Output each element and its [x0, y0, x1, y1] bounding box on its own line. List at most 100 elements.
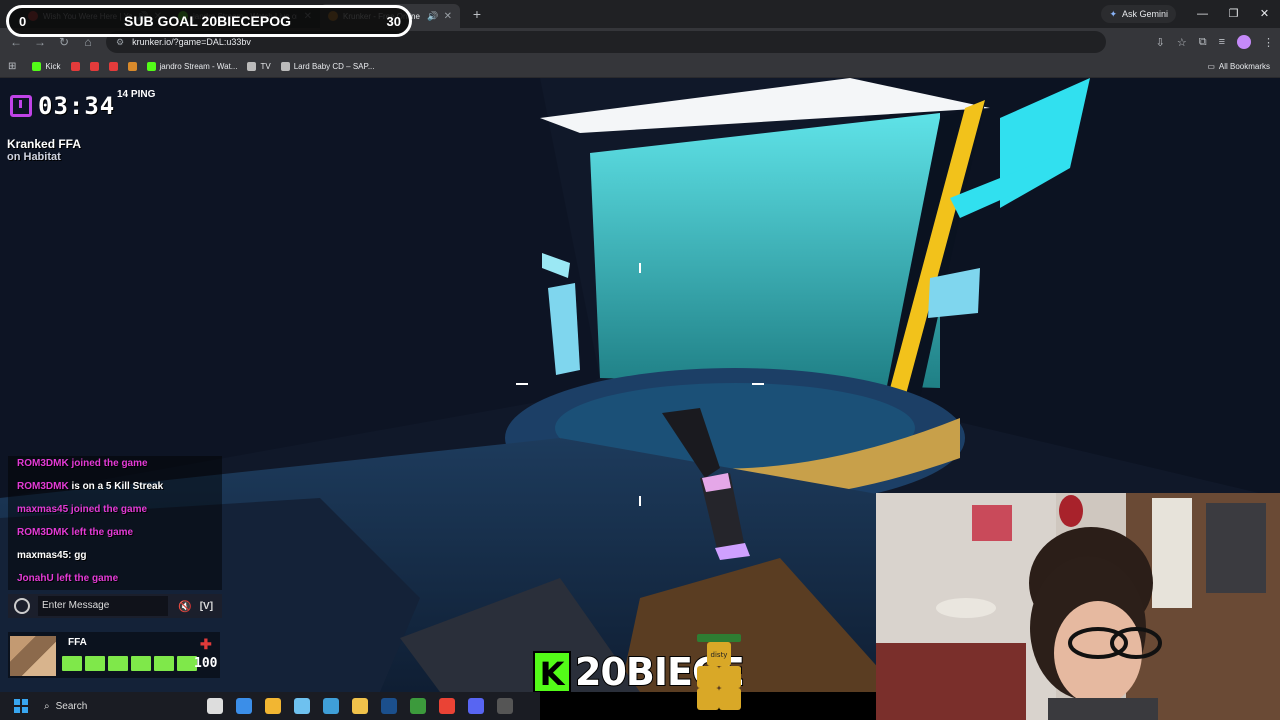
chat-text: is on a 5 Kill Streak	[68, 481, 164, 492]
health-cross-icon: ✚	[200, 636, 212, 652]
bookmark-favicon-icon	[127, 62, 137, 71]
chat-message: ROM3DMK joined the game	[17, 458, 148, 469]
taskbar-apps	[194, 698, 513, 714]
all-bookmarks-label: All Bookmarks	[1218, 62, 1270, 71]
mute-icon[interactable]: 🔇	[178, 600, 192, 613]
globe-icon[interactable]	[14, 598, 30, 614]
chat-message: JonahU left the game	[17, 573, 119, 584]
mute-key-label: [V]	[199, 600, 214, 612]
bookmark-item[interactable]	[108, 62, 118, 71]
bookmark-item[interactable]	[70, 62, 80, 71]
install-app-icon[interactable]: ⇩	[1156, 36, 1165, 49]
sub-goal-current: 0	[19, 13, 27, 29]
bookmark-item[interactable]: TV	[247, 62, 271, 71]
url-text: krunker.io/?game=DAL:u33bv	[132, 37, 251, 47]
chat-message: maxmas45: gg	[17, 550, 87, 561]
media-controls-icon[interactable]: ≡	[1219, 36, 1225, 48]
tab-audio-icon[interactable]: 🔊	[427, 11, 438, 22]
forward-icon[interactable]: →	[28, 35, 52, 49]
taskbar-search[interactable]: ⌕ Search	[44, 695, 194, 717]
minimize-button[interactable]: —	[1187, 0, 1218, 28]
webcam-scene	[876, 493, 1280, 720]
chat-log: ROM3DMK joined the game ROM3DMK is on a 5…	[8, 456, 222, 590]
health-bar	[62, 656, 197, 671]
bookmarks-bar: ⊞ Kick jandro Stream - Wat... TV Lard Baby …	[0, 56, 1280, 78]
minecraft-icon[interactable]	[410, 698, 426, 714]
bookmark-item[interactable]: jandro Stream - Wat...	[146, 62, 237, 71]
bookmark-label: Lard Baby CD – SAP...	[293, 62, 375, 71]
site-info-icon[interactable]: ⚙	[116, 37, 124, 48]
gemini-icon: ✦	[1109, 8, 1117, 19]
bookmark-favicon-icon	[108, 62, 118, 71]
kick-logo-icon: K	[533, 651, 571, 693]
player-avatar	[10, 636, 56, 676]
calculator-icon[interactable]	[323, 698, 339, 714]
search-icon: ⌕	[44, 700, 50, 712]
chat-message-input[interactable]: Enter Message	[38, 596, 168, 616]
windows-taskbar: ⌕ Search	[0, 692, 540, 720]
player-status-panel: FFA ✚ 100	[8, 632, 220, 678]
chat-message: ROM3DMK is on a 5 Kill Streak	[17, 481, 163, 492]
extensions-icon[interactable]: ⧉	[1199, 36, 1207, 49]
map-name-label: on Habitat	[7, 151, 61, 163]
store-icon[interactable]	[294, 698, 310, 714]
home-icon[interactable]: ⌂	[76, 35, 100, 49]
back-icon[interactable]: ←	[4, 35, 28, 49]
timer-icon	[10, 95, 32, 117]
taskbar-search-label: Search	[55, 700, 88, 712]
bookmark-star-icon[interactable]: ☆	[1177, 36, 1187, 49]
bookmark-favicon-icon	[247, 62, 257, 71]
sub-goal-target: 30	[386, 13, 401, 29]
bookmark-list: Kick jandro Stream - Wat... TV Lard Baby CD…	[22, 62, 375, 71]
glass-tank	[590, 113, 940, 388]
bookmark-item[interactable]: Kick	[32, 62, 61, 71]
bookmark-item[interactable]	[127, 62, 137, 71]
restore-button[interactable]: ❐	[1218, 0, 1249, 28]
sub-goal-overlay: 0 SUB GOAL 20BIECEPOG 30	[6, 5, 412, 37]
chat-username: ROM3DMK	[17, 481, 69, 492]
health-segment	[108, 656, 128, 671]
chat-message: maxmas45 joined the game	[17, 504, 148, 515]
chat-message: ROM3DMK left the game	[17, 527, 134, 538]
profile-avatar[interactable]	[1237, 35, 1251, 49]
apps-grid-icon[interactable]: ⊞	[8, 61, 16, 72]
close-window-button[interactable]: ✕	[1249, 0, 1280, 28]
obs-icon[interactable]	[497, 698, 513, 714]
new-tab-button[interactable]: +	[466, 6, 488, 22]
bookmark-label: TV	[260, 62, 271, 71]
bookmark-favicon-icon	[70, 62, 80, 71]
discord-icon[interactable]	[468, 698, 484, 714]
ask-gemini-label: Ask Gemini	[1121, 9, 1168, 19]
ping-indicator: 14 PING	[117, 89, 156, 100]
ask-gemini-button[interactable]: ✦ Ask Gemini	[1101, 5, 1176, 23]
health-segment	[85, 656, 105, 671]
chrome-icon[interactable]	[439, 698, 455, 714]
webcam-feed	[876, 493, 1280, 720]
chat-input-bar: Enter Message 🔇 [V]	[8, 594, 222, 618]
toolbar-actions: ⇩ ☆ ⧉ ≡ ⋮	[1156, 28, 1274, 56]
windows-start-icon[interactable]	[14, 699, 28, 713]
reload-icon[interactable]: ↻	[52, 35, 76, 49]
edge-icon[interactable]	[265, 698, 281, 714]
steam-icon[interactable]	[381, 698, 397, 714]
bookmark-label: Kick	[45, 62, 61, 71]
menu-icon[interactable]: ⋮	[1263, 36, 1274, 49]
widgets-icon[interactable]	[236, 698, 252, 714]
sub-goal-title: SUB GOAL 20BIECEPOG	[124, 13, 292, 29]
health-segment	[131, 656, 151, 671]
sponsor-cans-icon: disty	[697, 634, 741, 710]
window-controls: — ❐ ✕	[1187, 0, 1280, 28]
file-explorer-icon[interactable]	[352, 698, 368, 714]
bookmark-item[interactable]: Lard Baby CD – SAP...	[280, 62, 375, 71]
bookmark-favicon-icon	[280, 62, 290, 71]
bookmark-item[interactable]	[89, 62, 99, 71]
bookmark-favicon-icon	[89, 62, 99, 71]
cans-label: disty	[711, 651, 728, 659]
all-bookmarks-button[interactable]: ▭ All Bookmarks	[1207, 56, 1270, 78]
task-view-icon[interactable]	[207, 698, 223, 714]
bookmark-favicon-icon	[146, 62, 156, 71]
health-segment	[154, 656, 174, 671]
round-timer: 03:34	[10, 92, 115, 120]
tab-close-icon[interactable]: ✕	[444, 11, 452, 22]
folder-icon: ▭	[1207, 62, 1215, 71]
